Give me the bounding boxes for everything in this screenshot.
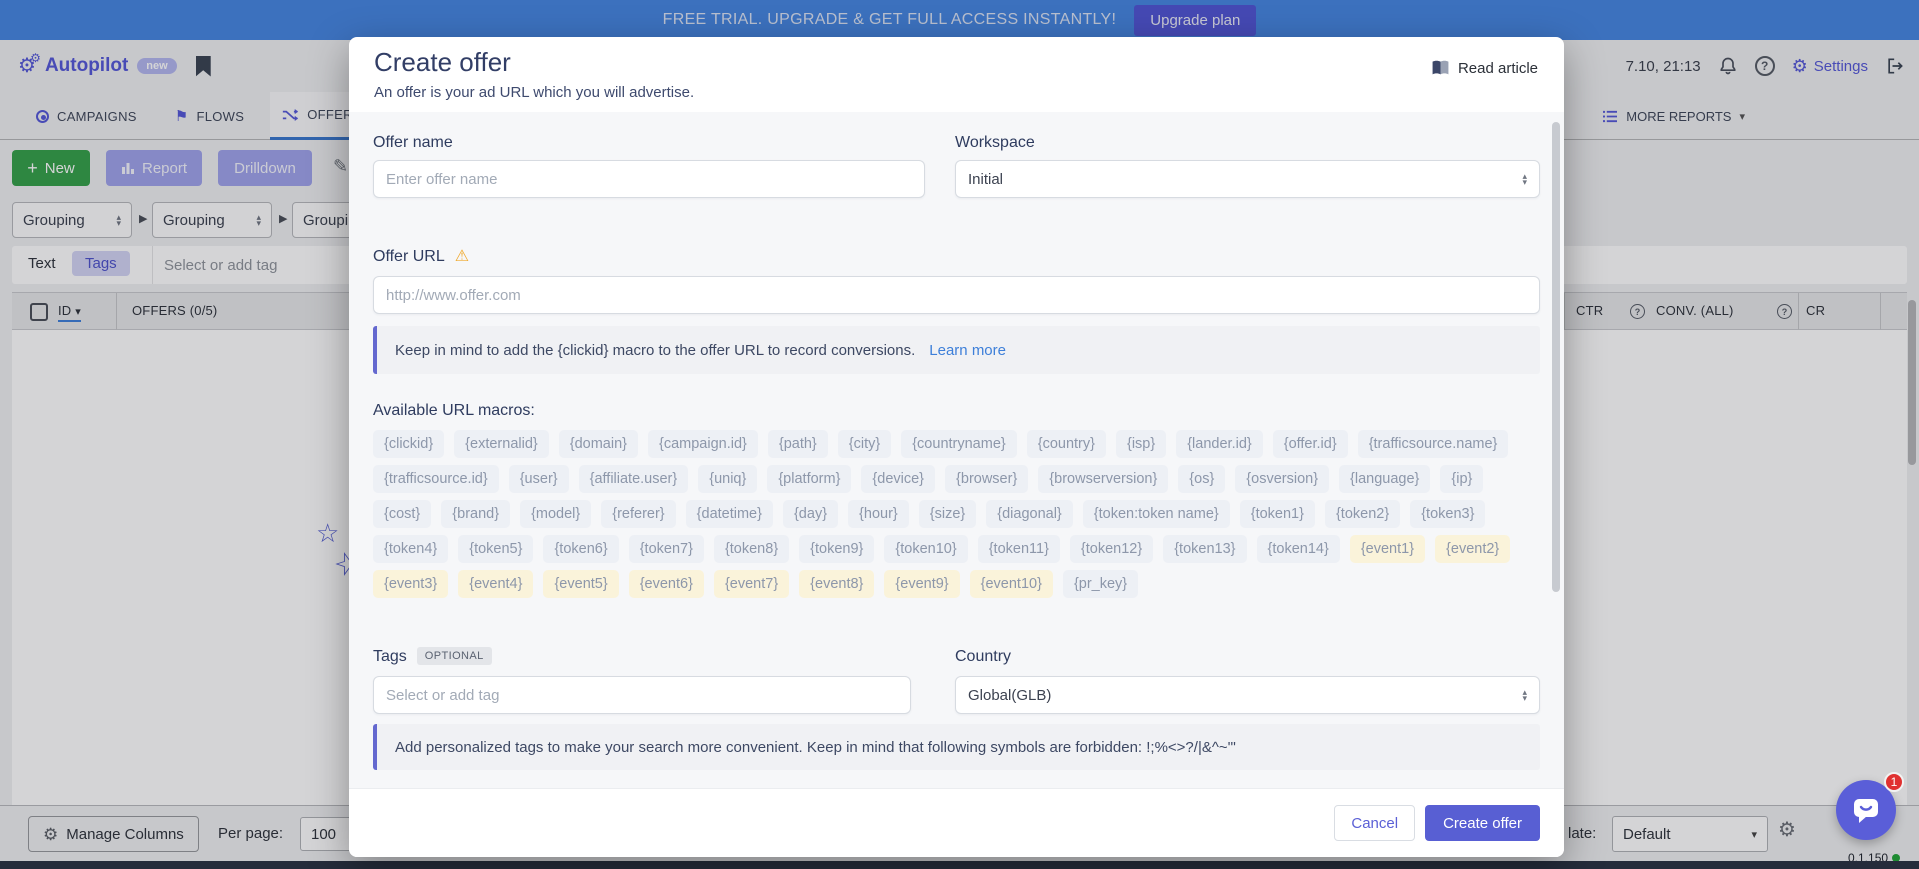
macro-chip[interactable]: {browser} — [945, 465, 1028, 493]
macro-chip[interactable]: {osversion} — [1235, 465, 1329, 493]
macro-chip[interactable]: {token2} — [1325, 500, 1400, 528]
book-icon — [1431, 59, 1450, 77]
macro-chip[interactable]: {token:token name} — [1083, 500, 1230, 528]
workspace-label: Workspace — [955, 134, 1035, 152]
macro-chip[interactable]: {event4} — [458, 570, 533, 598]
offer-name-label: Offer name — [373, 134, 453, 152]
macro-chip[interactable]: {event10} — [970, 570, 1053, 598]
stepper-icon: ▴▾ — [1522, 689, 1527, 701]
offer-name-input[interactable] — [373, 160, 925, 198]
macro-chip[interactable]: {trafficsource.name} — [1358, 430, 1509, 458]
stepper-icon: ▴▾ — [1522, 173, 1527, 185]
macro-chip[interactable]: {token8} — [714, 535, 789, 563]
macro-chip[interactable]: {campaign.id} — [648, 430, 758, 458]
macros-label: Available URL macros: — [373, 402, 535, 420]
macro-chip[interactable]: {browserversion} — [1038, 465, 1168, 493]
macro-chip[interactable]: {event2} — [1435, 535, 1510, 563]
macro-chip[interactable]: {token10} — [884, 535, 967, 563]
optional-badge: OPTIONAL — [417, 647, 492, 665]
macro-chip[interactable]: {token6} — [543, 535, 618, 563]
macro-chip[interactable]: {token5} — [458, 535, 533, 563]
learn-more-link[interactable]: Learn more — [929, 342, 1006, 359]
macro-chip[interactable]: {externalid} — [454, 430, 549, 458]
modal-header: Create offer An offer is your ad URL whi… — [349, 37, 1564, 112]
macro-chip[interactable]: {token12} — [1070, 535, 1153, 563]
macro-chip[interactable]: {ip} — [1440, 465, 1483, 493]
macro-chip[interactable]: {event3} — [373, 570, 448, 598]
cancel-button[interactable]: Cancel — [1334, 805, 1415, 841]
offer-url-input[interactable] — [373, 276, 1540, 314]
macro-chip[interactable]: {path} — [768, 430, 828, 458]
macro-chip[interactable]: {uniq} — [698, 465, 757, 493]
macro-chip[interactable]: {token4} — [373, 535, 448, 563]
macro-chip[interactable]: {device} — [861, 465, 935, 493]
macro-chip[interactable]: {token14} — [1257, 535, 1340, 563]
clickid-note: Keep in mind to add the {clickid} macro … — [373, 326, 1540, 374]
tags-input[interactable] — [373, 676, 911, 714]
macro-chip[interactable]: {event7} — [714, 570, 789, 598]
warning-icon: ⚠ — [455, 248, 469, 265]
macro-chip[interactable]: {domain} — [559, 430, 638, 458]
create-offer-modal: Create offer An offer is your ad URL whi… — [349, 37, 1564, 857]
country-select[interactable]: Global(GLB) ▴▾ — [955, 676, 1540, 714]
macro-chip[interactable]: {affiliate.user} — [579, 465, 689, 493]
macro-chip[interactable]: {user} — [509, 465, 569, 493]
macro-chip[interactable]: {datetime} — [686, 500, 773, 528]
modal-scrollbar[interactable] — [1552, 122, 1560, 592]
macro-chip[interactable]: {brand} — [441, 500, 510, 528]
workspace-value: Initial — [968, 171, 1003, 188]
macro-chip[interactable]: {size} — [919, 500, 976, 528]
macro-chip[interactable]: {countryname} — [901, 430, 1017, 458]
read-article-label: Read article — [1458, 60, 1538, 77]
macro-chip[interactable]: {event6} — [629, 570, 704, 598]
macro-chip[interactable]: {clickid} — [373, 430, 444, 458]
macro-chip[interactable]: {day} — [783, 500, 838, 528]
macro-chip[interactable]: {trafficsource.id} — [373, 465, 499, 493]
modal-title: Create offer — [374, 47, 511, 78]
macro-chip[interactable]: {model} — [520, 500, 591, 528]
macro-chip[interactable]: {pr_key} — [1063, 570, 1138, 598]
macro-chip[interactable]: {referer} — [601, 500, 675, 528]
macro-chip[interactable]: {os} — [1178, 465, 1225, 493]
macros-list: {clickid} {externalid} {domain} {campaign.i… — [373, 430, 1540, 598]
macro-chip[interactable]: {token13} — [1163, 535, 1246, 563]
clickid-note-text: Keep in mind to add the {clickid} macro … — [395, 342, 915, 359]
macro-chip[interactable]: {diagonal} — [986, 500, 1073, 528]
tags-note-text: Add personalized tags to make your searc… — [395, 739, 1236, 756]
macro-chip[interactable]: {token3} — [1410, 500, 1485, 528]
modal-body: Offer name Workspace Initial ▴▾ Offer UR… — [349, 112, 1564, 788]
tags-label: TagsOPTIONAL — [373, 648, 492, 666]
offer-url-label: Offer URL⚠ — [373, 246, 469, 266]
macro-chip[interactable]: {country} — [1027, 430, 1106, 458]
country-value: Global(GLB) — [968, 687, 1051, 704]
macro-chip[interactable]: {token11} — [978, 535, 1060, 563]
create-offer-button[interactable]: Create offer — [1425, 805, 1540, 841]
modal-footer: Cancel Create offer — [349, 788, 1564, 857]
read-article-link[interactable]: Read article — [1431, 59, 1538, 77]
macro-chip[interactable]: {cost} — [373, 500, 431, 528]
macro-chip[interactable]: {hour} — [848, 500, 909, 528]
macro-chip[interactable]: {token9} — [799, 535, 874, 563]
macro-chip[interactable]: {lander.id} — [1176, 430, 1263, 458]
macro-chip[interactable]: {isp} — [1116, 430, 1166, 458]
macro-chip[interactable]: {event8} — [799, 570, 874, 598]
macro-chip[interactable]: {offer.id} — [1273, 430, 1348, 458]
macro-chip[interactable]: {event9} — [884, 570, 959, 598]
chat-unread-badge: 1 — [1884, 772, 1904, 792]
macro-chip[interactable]: {token1} — [1240, 500, 1315, 528]
modal-subtitle: An offer is your ad URL which you will a… — [374, 84, 694, 101]
macro-chip[interactable]: {event5} — [543, 570, 618, 598]
macro-chip[interactable]: {platform} — [767, 465, 851, 493]
tags-note: Add personalized tags to make your searc… — [373, 724, 1540, 770]
macro-chip[interactable]: {language} — [1339, 465, 1430, 493]
macro-chip[interactable]: {token7} — [629, 535, 704, 563]
chat-icon — [1851, 796, 1881, 824]
macro-chip[interactable]: {event1} — [1350, 535, 1425, 563]
country-label: Country — [955, 648, 1011, 666]
workspace-select[interactable]: Initial ▴▾ — [955, 160, 1540, 198]
macro-chip[interactable]: {city} — [838, 430, 891, 458]
